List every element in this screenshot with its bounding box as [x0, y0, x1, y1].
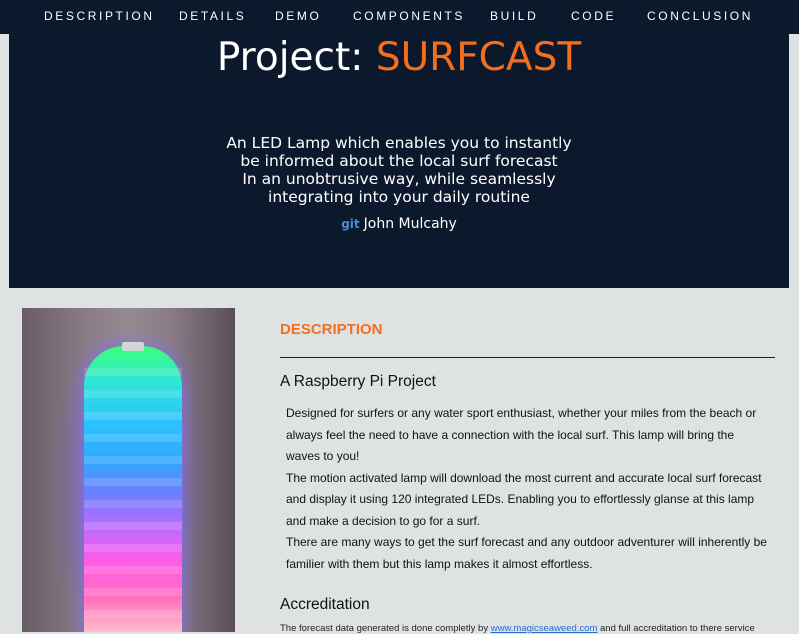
magicseaweed-link[interactable]: www.magicseaweed.com	[491, 623, 598, 634]
section-divider	[280, 357, 775, 358]
nav-conclusion[interactable]: CONCLUSION	[647, 9, 753, 23]
accreditation-heading: Accreditation	[280, 596, 370, 613]
description-paragraph: The motion activated lamp will download …	[286, 470, 762, 528]
description-paragraph: There are many ways to get the surf fore…	[286, 535, 767, 571]
section-heading: DESCRIPTION	[280, 321, 383, 338]
author-link[interactable]: git John Mulcahy	[9, 216, 789, 232]
nav-details[interactable]: DETAILS	[179, 9, 246, 23]
tagline-line: An LED Lamp which enables you to instant…	[226, 134, 572, 152]
nav-code[interactable]: CODE	[571, 9, 616, 23]
top-nav: DESCRIPTION DETAILS DEMO COMPONENTS BUIL…	[0, 0, 799, 34]
tagline-line: integrating into your daily routine	[268, 188, 530, 206]
git-icon: git	[341, 217, 360, 231]
tagline-line: In an unobtrusive way, while seamlessly	[242, 170, 556, 188]
nav-description[interactable]: DESCRIPTION	[44, 9, 155, 23]
nav-components[interactable]: COMPONENTS	[353, 9, 465, 23]
author-name: John Mulcahy	[363, 216, 457, 232]
description-body: Designed for surfers or any water sport …	[286, 403, 771, 575]
nav-demo[interactable]: DEMO	[275, 9, 321, 23]
nav-build[interactable]: BUILD	[490, 9, 538, 23]
lamp-cap	[122, 342, 144, 351]
lamp-led-rings	[84, 368, 182, 628]
description-paragraph: Designed for surfers or any water sport …	[286, 406, 757, 463]
tagline-line: be informed about the local surf forecas…	[240, 152, 558, 170]
page-title: Project: SURFCAST	[9, 34, 789, 82]
project-subheading: A Raspberry Pi Project	[280, 373, 436, 390]
accreditation-text: The forecast data generated is done comp…	[280, 623, 775, 634]
lamp-photo	[22, 308, 235, 632]
tagline: An LED Lamp which enables you to instant…	[9, 134, 789, 206]
accreditation-text-before: The forecast data generated is done comp…	[280, 623, 491, 634]
title-prefix: Project:	[216, 35, 376, 80]
accreditation-text-after: and full accreditation to there service	[597, 623, 755, 634]
title-project-name: SURFCAST	[375, 35, 582, 80]
